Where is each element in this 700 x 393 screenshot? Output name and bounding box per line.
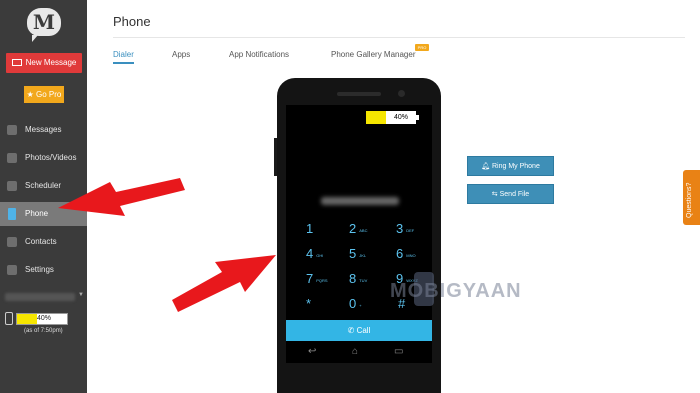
android-nav-bar: ↩ ⌂ ▭ — [286, 343, 432, 363]
dial-key-8[interactable]: 8 TUV — [349, 270, 389, 290]
send-file-label: Send File — [499, 191, 530, 198]
key-letters: TUV — [359, 278, 368, 283]
sidebar-item-contacts[interactable]: Contacts — [0, 230, 87, 254]
sidebar-item-messages[interactable]: Messages — [0, 118, 87, 142]
clock-icon — [7, 181, 17, 191]
key-letters: PQRS — [316, 278, 328, 283]
key-digit: 3 — [396, 221, 404, 236]
dial-key-3[interactable]: 3 DEF — [396, 220, 436, 240]
key-digit: * — [306, 296, 312, 311]
mightytext-logo[interactable]: M — [27, 8, 61, 42]
phone-icon — [8, 208, 16, 220]
dial-key-2[interactable]: 2 ABC — [349, 220, 389, 240]
phone-earpiece — [337, 92, 381, 96]
sidebar-item-label: Messages — [25, 125, 62, 134]
key-digit: 0 — [349, 296, 357, 311]
bell-icon: 🔔︎ — [481, 163, 492, 170]
page-title: Phone — [113, 14, 151, 29]
phone-number-redacted — [321, 197, 399, 205]
red-arrow-phone — [172, 255, 276, 312]
send-file-button[interactable]: ⇆ Send File — [467, 184, 554, 204]
sidebar-item-settings[interactable]: Settings — [0, 258, 87, 282]
home-icon[interactable]: ⌂ — [352, 346, 358, 357]
device-icon — [5, 312, 13, 325]
dial-key-0[interactable]: 0 + — [349, 295, 389, 315]
new-message-label: New Message — [25, 58, 77, 67]
sidebar-item-label: Phone — [25, 209, 49, 218]
go-pro-button[interactable]: ★ Go Pro — [24, 86, 64, 103]
new-message-button[interactable]: New Message — [6, 53, 82, 73]
phone-mockup: 40% 1 2 ABC 3 DEF 4 GHI 5 JKL 6 MNO 7 PQRS 8 TU… — [274, 78, 441, 393]
key-digit: 7 — [306, 271, 314, 286]
key-letters: JKL — [359, 253, 367, 258]
sidebar-item-label: Scheduler — [25, 181, 62, 190]
battery-percent: 40% — [36, 315, 51, 322]
file-transfer-icon: ⇆ — [491, 191, 500, 198]
dial-key-5[interactable]: 5 JKL — [349, 245, 389, 265]
sidebar-item-label: Photos/Videos — [25, 153, 77, 162]
phone-side-button — [274, 138, 277, 176]
key-digit: 4 — [306, 246, 314, 261]
watermark: MOBIGYAAN — [390, 280, 522, 302]
battery-fill — [366, 111, 386, 124]
sidebar-battery-indicator: 40% — [16, 313, 68, 325]
tab-app-notifications[interactable]: App Notifications — [229, 50, 289, 59]
dial-key-6[interactable]: 6 MNO — [396, 245, 436, 265]
sidebar-item-label: Settings — [25, 265, 54, 274]
chevron-down-icon[interactable]: ▼ — [78, 292, 84, 298]
compose-icon — [11, 59, 22, 66]
battery-percent: 40% — [393, 114, 408, 121]
camera-icon — [7, 153, 17, 163]
contacts-icon — [7, 237, 17, 247]
sidebar: M New Message ★ Go Pro Messages Photos/V… — [0, 0, 87, 393]
key-digit: 1 — [306, 221, 314, 236]
account-email-redacted[interactable] — [5, 293, 75, 301]
dial-key-star[interactable]: * — [306, 295, 346, 315]
phone-screen: 40% 1 2 ABC 3 DEF 4 GHI 5 JKL 6 MNO 7 PQRS 8 TU… — [286, 105, 432, 363]
camera-lens-icon — [398, 90, 405, 97]
call-label: Call — [356, 326, 371, 335]
dial-key-4[interactable]: 4 GHI — [306, 245, 346, 265]
key-letters: + — [359, 303, 362, 308]
dial-key-1[interactable]: 1 — [306, 220, 346, 240]
key-digit: 6 — [396, 246, 404, 261]
key-digit: 2 — [349, 221, 357, 236]
tab-phone-gallery-manager[interactable]: Phone Gallery Manager — [331, 50, 416, 59]
gear-icon — [7, 265, 17, 275]
key-letters: ABC — [359, 228, 368, 233]
call-button[interactable]: ✆ Call — [286, 320, 432, 341]
battery-timestamp: (as of 7:50pm) — [24, 328, 63, 334]
questions-tab[interactable]: Questions? — [683, 170, 700, 225]
key-letters: DEF — [406, 228, 415, 233]
key-digit: 5 — [349, 246, 357, 261]
questions-label: Questions? — [686, 182, 693, 218]
app-root: M New Message ★ Go Pro Messages Photos/V… — [0, 0, 700, 393]
back-icon[interactable]: ↩ — [308, 346, 316, 357]
pro-badge: PRO — [415, 44, 429, 51]
key-letters: MNO — [406, 253, 416, 258]
tab-dialer[interactable]: Dialer — [113, 50, 134, 64]
key-letters: GHI — [316, 253, 324, 258]
battery-fill — [17, 314, 37, 324]
phone-battery-indicator: 40% — [366, 111, 419, 124]
ring-my-phone-label: Ring My Phone — [491, 163, 540, 170]
phone-handset-icon: ✆ — [347, 326, 357, 335]
messages-icon — [7, 125, 17, 135]
key-digit: 8 — [349, 271, 357, 286]
sidebar-item-scheduler[interactable]: Scheduler — [0, 174, 87, 198]
sidebar-item-phone[interactable]: Phone — [0, 202, 87, 226]
sidebar-item-photos-videos[interactable]: Photos/Videos — [0, 146, 87, 170]
divider — [113, 37, 685, 38]
tab-apps[interactable]: Apps — [172, 50, 190, 59]
ring-my-phone-button[interactable]: 🔔︎ Ring My Phone — [467, 156, 554, 176]
recent-apps-icon[interactable]: ▭ — [394, 346, 403, 357]
sidebar-item-label: Contacts — [25, 237, 57, 246]
dial-key-7[interactable]: 7 PQRS — [306, 270, 346, 290]
